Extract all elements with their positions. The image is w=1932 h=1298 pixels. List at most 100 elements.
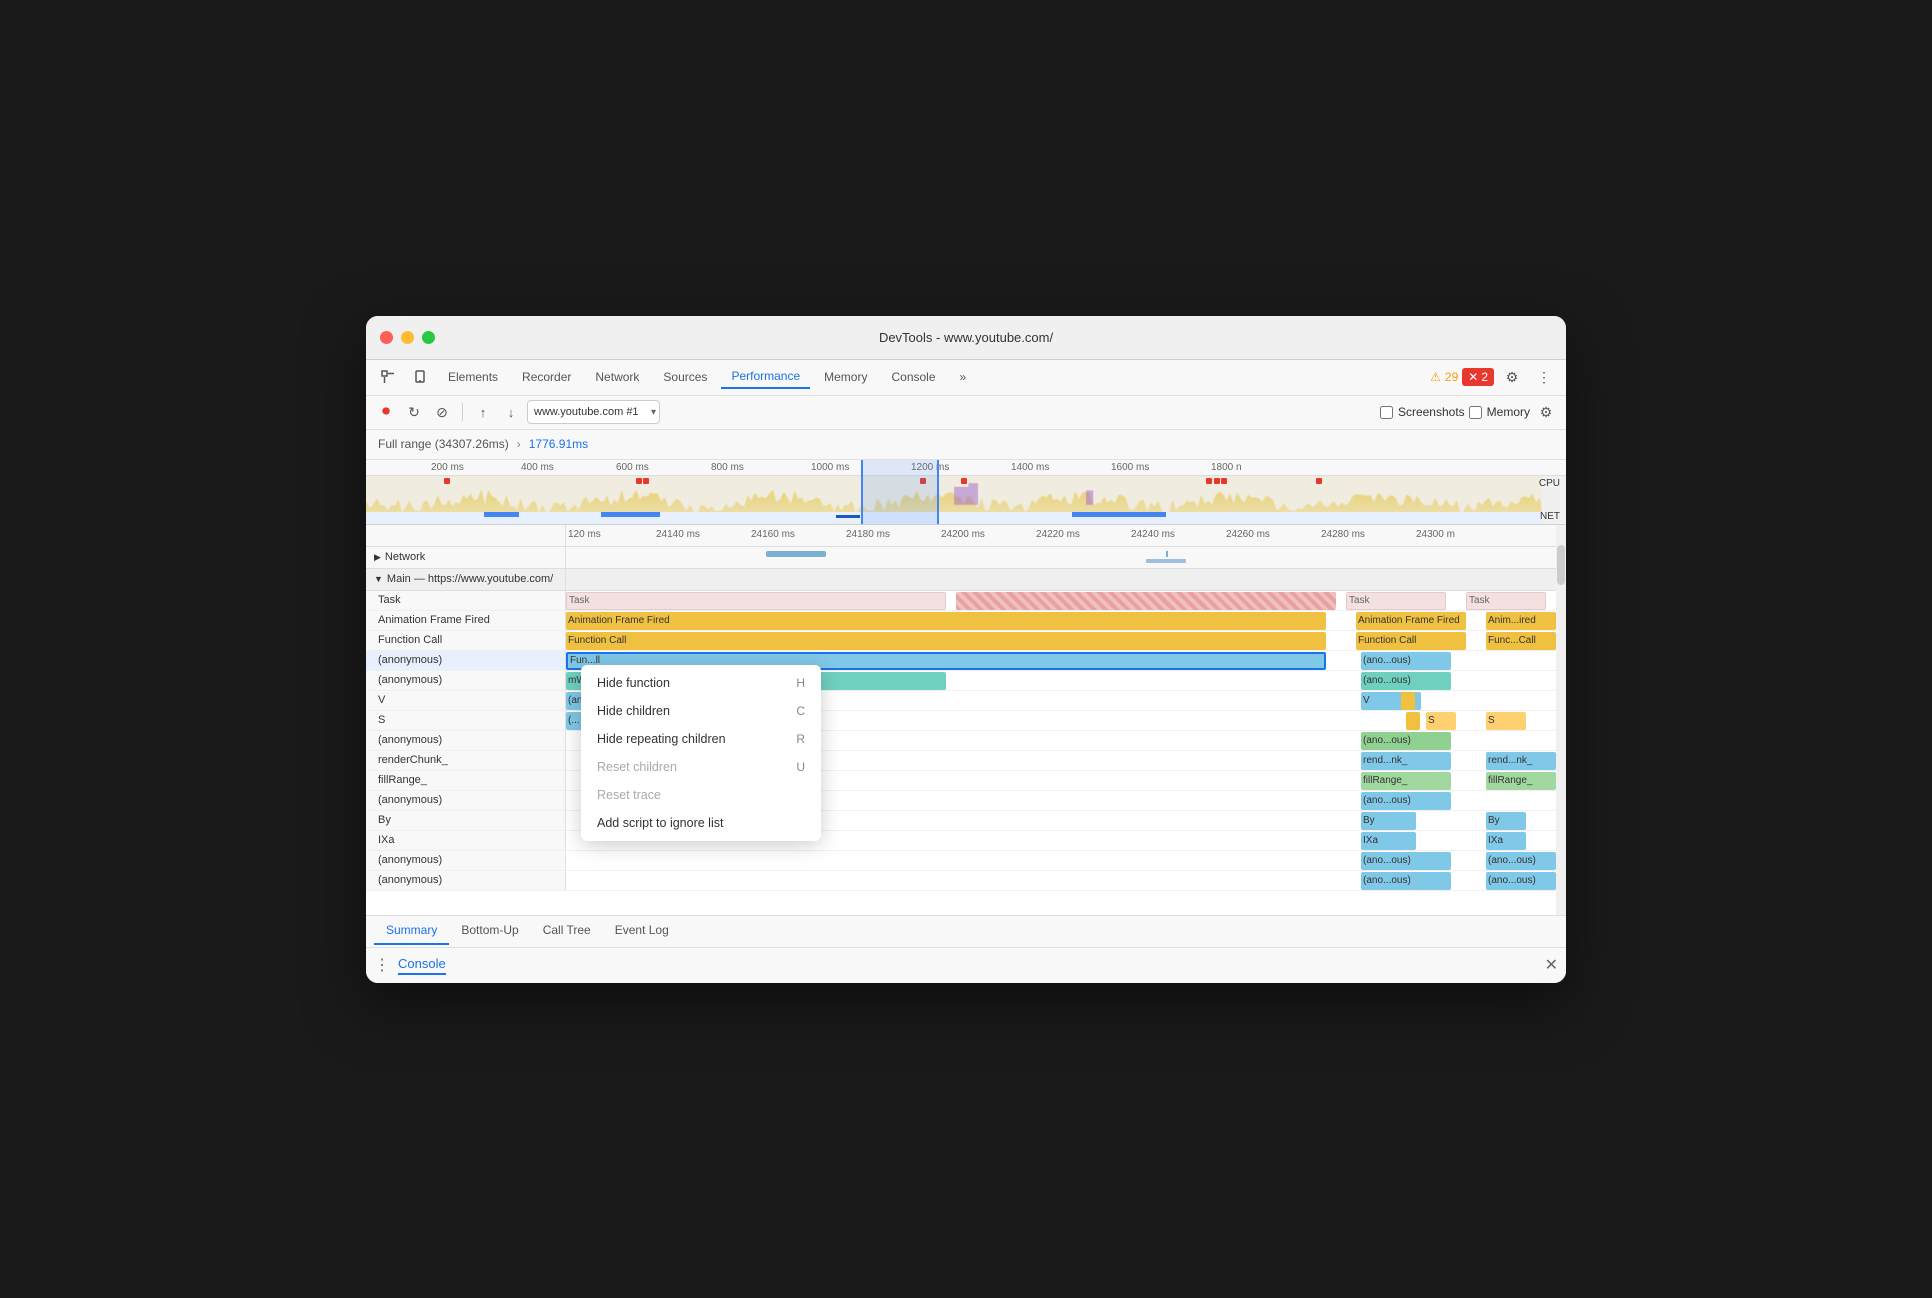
flame-label-anon-5[interactable]: (anonymous): [366, 851, 566, 870]
render-block-2[interactable]: rend...nk_: [1361, 752, 1451, 770]
context-menu: Hide function H Hide children C Hide rep…: [581, 665, 821, 841]
fill-block-3[interactable]: fillRange_: [1486, 772, 1556, 790]
s-block-3[interactable]: S: [1486, 712, 1526, 730]
anon-6-block[interactable]: (ano...ous): [1361, 872, 1451, 890]
anon-2-block-2[interactable]: (ano...ous): [1361, 672, 1451, 690]
context-menu-item-hide-children[interactable]: Hide children C: [581, 697, 821, 725]
flame-label-render[interactable]: renderChunk_: [366, 751, 566, 770]
anon-4-block[interactable]: (ano...ous): [1361, 792, 1451, 810]
scrollbar-thumb[interactable]: [1557, 545, 1565, 585]
flame-content-func-call[interactable]: Function Call Function Call Func...Call: [566, 631, 1566, 650]
screenshots-checkbox-wrap[interactable]: Screenshots: [1380, 405, 1465, 419]
tab-event-log[interactable]: Event Log: [603, 917, 681, 945]
fill-block-2[interactable]: fillRange_: [1361, 772, 1451, 790]
url-select[interactable]: www.youtube.com #1: [527, 400, 660, 424]
device-icon[interactable]: [406, 363, 434, 391]
tab-performance[interactable]: Performance: [721, 365, 810, 389]
by-block-2[interactable]: By: [1361, 812, 1416, 830]
main-header-content: [566, 569, 1566, 590]
flame-label-by[interactable]: By: [366, 811, 566, 830]
reload-button[interactable]: ↻: [402, 400, 426, 424]
settings-icon[interactable]: ⚙: [1498, 363, 1526, 391]
flame-label-anon-1[interactable]: (anonymous): [366, 651, 566, 670]
upload-button[interactable]: ↑: [471, 400, 495, 424]
flame-label-s[interactable]: S: [366, 711, 566, 730]
inspect-icon[interactable]: [374, 363, 402, 391]
tab-elements[interactable]: Elements: [438, 366, 508, 388]
anon-3-block-2[interactable]: (ano...ous): [1361, 732, 1451, 750]
tab-call-tree[interactable]: Call Tree: [531, 917, 603, 945]
error-badge[interactable]: ✕ 2: [1462, 368, 1494, 386]
flame-label-func-call[interactable]: Function Call: [366, 631, 566, 650]
anon-5-block[interactable]: (ano...ous): [1361, 852, 1451, 870]
tab-memory[interactable]: Memory: [814, 366, 877, 388]
flame-content-animation[interactable]: Animation Frame Fired Animation Frame Fi…: [566, 611, 1566, 630]
func-block-1[interactable]: Function Call: [566, 632, 1326, 650]
by-block-3[interactable]: By: [1486, 812, 1526, 830]
timeline-overview[interactable]: 200 ms 400 ms 600 ms 800 ms 1000 ms 1200…: [366, 460, 1566, 525]
render-block-3[interactable]: rend...nk_: [1486, 752, 1556, 770]
tab-sources[interactable]: Sources: [653, 366, 717, 388]
memory-checkbox-wrap[interactable]: Memory: [1469, 405, 1530, 419]
minimize-button[interactable]: [401, 331, 414, 344]
more-icon[interactable]: ⋮: [1530, 363, 1558, 391]
context-menu-item-hide-function[interactable]: Hide function H: [581, 669, 821, 697]
tab-more[interactable]: »: [950, 366, 977, 388]
ixa-block-3[interactable]: IXa: [1486, 832, 1526, 850]
settings-gear-icon[interactable]: ⚙: [1534, 400, 1558, 424]
animation-block-3[interactable]: Anim...ired: [1486, 612, 1556, 630]
flame-content-anon-6[interactable]: (ano...ous) (ano...ous): [566, 871, 1566, 890]
task-block-3[interactable]: Task: [1466, 592, 1546, 610]
clear-button[interactable]: ⊘: [430, 400, 454, 424]
flame-label-anon-6[interactable]: (anonymous): [366, 871, 566, 890]
s-block-2[interactable]: S: [1426, 712, 1456, 730]
console-close-icon[interactable]: ✕: [1545, 955, 1558, 975]
network-track-label[interactable]: ▶ Network: [366, 547, 566, 568]
anon-6-block-2[interactable]: (ano...ous): [1486, 872, 1556, 890]
timeline-selection[interactable]: [861, 460, 939, 524]
flame-label-fill[interactable]: fillRange_: [366, 771, 566, 790]
animation-block-1[interactable]: Animation Frame Fired: [566, 612, 1326, 630]
console-dots-icon[interactable]: ⋮: [374, 955, 390, 975]
tab-network[interactable]: Network: [585, 366, 649, 388]
context-menu-item-ignore-list[interactable]: Add script to ignore list: [581, 809, 821, 837]
memory-checkbox[interactable]: [1469, 406, 1482, 419]
animation-block-2[interactable]: Animation Frame Fired: [1356, 612, 1466, 630]
net-bar-2: [601, 512, 660, 517]
flame-label-ixa[interactable]: IXa: [366, 831, 566, 850]
tab-bottom-up[interactable]: Bottom-Up: [449, 917, 530, 945]
flame-label-anon-4[interactable]: (anonymous): [366, 791, 566, 810]
task-block-red[interactable]: [956, 592, 1336, 610]
tab-console[interactable]: Console: [881, 366, 945, 388]
task-block-2[interactable]: Task: [1346, 592, 1446, 610]
flame-content-anon-5[interactable]: (ano...ous) (ano...ous): [566, 851, 1566, 870]
flame-label-task[interactable]: Task: [366, 591, 566, 610]
scrollbar[interactable]: [1556, 525, 1566, 915]
flame-label-anon-2[interactable]: (anonymous): [366, 671, 566, 690]
console-tab-label[interactable]: Console: [398, 956, 446, 975]
tab-recorder[interactable]: Recorder: [512, 366, 581, 388]
flame-label-animation[interactable]: Animation Frame Fired: [366, 611, 566, 630]
func-block-2[interactable]: Function Call: [1356, 632, 1466, 650]
flame-content-task[interactable]: Task Task Task: [566, 591, 1566, 610]
func-block-3[interactable]: Func...Call: [1486, 632, 1556, 650]
task-block-1[interactable]: Task: [566, 592, 946, 610]
screenshots-checkbox[interactable]: [1380, 406, 1393, 419]
flame-label-v[interactable]: V: [366, 691, 566, 710]
red-marker-2: [636, 478, 642, 484]
flame-label-anon-3[interactable]: (anonymous): [366, 731, 566, 750]
maximize-button[interactable]: [422, 331, 435, 344]
tick-24300ms: 24300 m: [1416, 529, 1455, 540]
context-menu-item-hide-repeating[interactable]: Hide repeating children R: [581, 725, 821, 753]
download-button[interactable]: ↓: [499, 400, 523, 424]
main-collapse-icon: ▼: [374, 574, 383, 584]
close-button[interactable]: [380, 331, 393, 344]
record-button[interactable]: ⏺: [374, 400, 398, 424]
tab-summary[interactable]: Summary: [374, 917, 449, 945]
anon-5-block-2[interactable]: (ano...ous): [1486, 852, 1556, 870]
anon-1-block-2[interactable]: (ano...ous): [1361, 652, 1451, 670]
main-section-label[interactable]: ▼ Main — https://www.youtube.com/: [366, 569, 566, 590]
warning-badge[interactable]: ⚠ 29: [1430, 370, 1458, 384]
ixa-block-2[interactable]: IXa: [1361, 832, 1416, 850]
console-bar: ⋮ Console ✕: [366, 947, 1566, 983]
